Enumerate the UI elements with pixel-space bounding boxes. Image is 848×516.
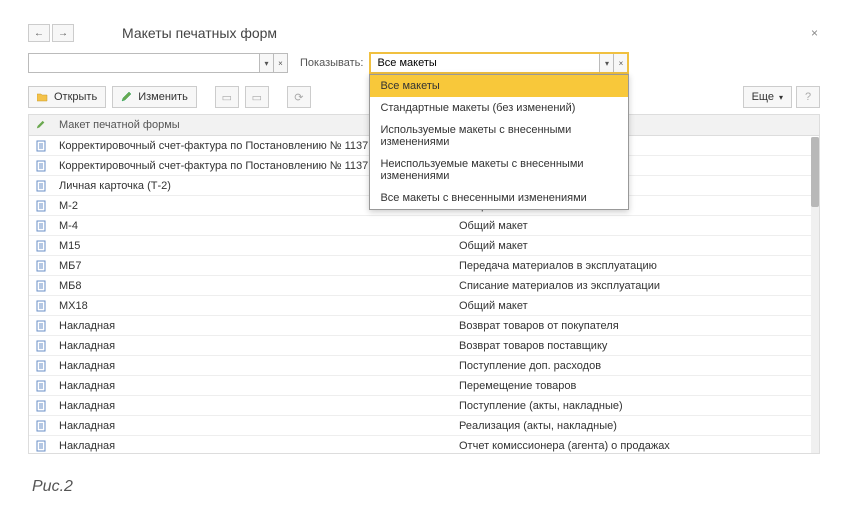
- search-dropdown-btn[interactable]: ▾: [259, 54, 273, 72]
- titlebar: ← → Макеты печатных форм: [20, 20, 828, 46]
- show-input[interactable]: [371, 54, 599, 72]
- table-row[interactable]: МБ7Передача материалов в эксплуатацию: [29, 256, 819, 276]
- scrollbar-thumb[interactable]: [811, 137, 819, 207]
- document-icon: [29, 260, 53, 272]
- layout-icon: ▭: [222, 91, 232, 104]
- document-icon: [29, 400, 53, 412]
- dropdown-option[interactable]: Стандартные макеты (без изменений): [370, 97, 628, 119]
- layout-owner: Передача материалов в эксплуатацию: [453, 257, 819, 275]
- show-field-wrap: ▾ × Все макеты Стандартные макеты (без и…: [369, 52, 629, 74]
- forward-button[interactable]: →: [52, 24, 74, 42]
- layout-name: Накладная: [53, 437, 453, 455]
- layout-name: Накладная: [53, 317, 453, 335]
- filter-row: ▾ × Показывать: ▾ × Все макеты Стандартн…: [20, 46, 828, 80]
- table-row[interactable]: НакладнаяВозврат товаров поставщику: [29, 336, 819, 356]
- layout-owner: Поступление доп. расходов: [453, 357, 819, 375]
- document-icon: [29, 140, 53, 152]
- pencil-icon: [36, 120, 46, 130]
- table-row[interactable]: МБ8Списание материалов из эксплуатации: [29, 276, 819, 296]
- table-row[interactable]: НакладнаяВозврат товаров от покупателя: [29, 316, 819, 336]
- table-row[interactable]: М-4Общий макет: [29, 216, 819, 236]
- layout-name: МБ7: [53, 257, 453, 275]
- document-icon: [29, 340, 53, 352]
- toolbar-right: Еще ▾ ?: [743, 86, 820, 108]
- chevron-down-icon: ▾: [779, 93, 783, 102]
- folder-open-icon: [37, 92, 49, 102]
- document-icon: [29, 200, 53, 212]
- dropdown-option[interactable]: Все макеты: [370, 75, 628, 97]
- document-icon: [29, 420, 53, 432]
- show-dropdown-btn[interactable]: ▾: [599, 54, 613, 72]
- layout-name: М-4: [53, 217, 453, 235]
- layout-owner: Списание материалов из эксплуатации: [453, 277, 819, 295]
- layout-icon: ▭: [252, 91, 262, 104]
- layout-owner: Возврат товаров от покупателя: [453, 317, 819, 335]
- table-row[interactable]: НакладнаяПоступление (акты, накладные): [29, 396, 819, 416]
- layout-name: МБ8: [53, 277, 453, 295]
- edit-button[interactable]: Изменить: [112, 86, 197, 108]
- help-label: ?: [805, 91, 811, 103]
- layout-owner: Общий макет: [453, 217, 819, 235]
- header-icon-col: [29, 115, 53, 135]
- layout-name: МХ18: [53, 297, 453, 315]
- search-wrapper: ▾ ×: [28, 53, 288, 73]
- scrollbar-track[interactable]: [811, 137, 819, 453]
- window: × ← → Макеты печатных форм ▾ × Показыват…: [20, 20, 828, 454]
- document-icon: [29, 440, 53, 452]
- figure-caption: Рис.2: [32, 478, 816, 496]
- layout-name: Накладная: [53, 397, 453, 415]
- help-button[interactable]: ?: [796, 86, 820, 108]
- document-icon: [29, 380, 53, 392]
- show-label: Показывать:: [300, 57, 363, 69]
- layout-name: Накладная: [53, 357, 453, 375]
- page-title: Макеты печатных форм: [122, 25, 277, 41]
- layout-name: М15: [53, 237, 453, 255]
- toolbar-btn-refresh[interactable]: ⟳: [287, 86, 311, 108]
- search-input[interactable]: [29, 54, 259, 72]
- open-label: Открыть: [54, 91, 97, 103]
- toolbar-btn-delete-changed[interactable]: ▭: [245, 86, 269, 108]
- document-icon: [29, 280, 53, 292]
- back-button[interactable]: ←: [28, 24, 50, 42]
- layout-owner: Реализация (акты, накладные): [453, 417, 819, 435]
- layout-name: Накладная: [53, 377, 453, 395]
- document-icon: [29, 180, 53, 192]
- layout-owner: Отчет комиссионера (агента) о продажах: [453, 437, 819, 455]
- layout-name: Накладная: [53, 337, 453, 355]
- document-icon: [29, 240, 53, 252]
- more-label: Еще: [752, 91, 774, 103]
- show-dropdown: Все макеты Стандартные макеты (без измен…: [369, 74, 629, 210]
- dropdown-option[interactable]: Все макеты с внесенными изменениями: [370, 187, 628, 209]
- table-row[interactable]: НакладнаяПеремещение товаров: [29, 376, 819, 396]
- close-button[interactable]: ×: [811, 26, 818, 40]
- layout-owner: Возврат товаров поставщику: [453, 337, 819, 355]
- document-icon: [29, 320, 53, 332]
- dropdown-option[interactable]: Используемые макеты с внесенными изменен…: [370, 119, 628, 153]
- search-clear-btn[interactable]: ×: [273, 54, 287, 72]
- nav-buttons: ← →: [28, 24, 74, 42]
- refresh-icon: ⟳: [294, 91, 303, 104]
- toolbar-btn-use-standard[interactable]: ▭: [215, 86, 239, 108]
- table-row[interactable]: МХ18Общий макет: [29, 296, 819, 316]
- document-icon: [29, 360, 53, 372]
- layout-owner: Перемещение товаров: [453, 377, 819, 395]
- open-button[interactable]: Открыть: [28, 86, 106, 108]
- show-field[interactable]: ▾ ×: [369, 52, 629, 74]
- more-button[interactable]: Еще ▾: [743, 86, 792, 108]
- edit-label: Изменить: [138, 91, 188, 103]
- table-row[interactable]: М15Общий макет: [29, 236, 819, 256]
- layout-owner: Общий макет: [453, 297, 819, 315]
- table-row[interactable]: НакладнаяОтчет комиссионера (агента) о п…: [29, 436, 819, 454]
- layout-name: Накладная: [53, 417, 453, 435]
- show-clear-btn[interactable]: ×: [613, 54, 627, 72]
- dropdown-option[interactable]: Неиспользуемые макеты с внесенными измен…: [370, 153, 628, 187]
- document-icon: [29, 160, 53, 172]
- document-icon: [29, 300, 53, 312]
- layout-owner: Поступление (акты, накладные): [453, 397, 819, 415]
- pencil-icon: [121, 91, 133, 103]
- table-row[interactable]: НакладнаяРеализация (акты, накладные): [29, 416, 819, 436]
- document-icon: [29, 220, 53, 232]
- table-row[interactable]: НакладнаяПоступление доп. расходов: [29, 356, 819, 376]
- layout-owner: Общий макет: [453, 237, 819, 255]
